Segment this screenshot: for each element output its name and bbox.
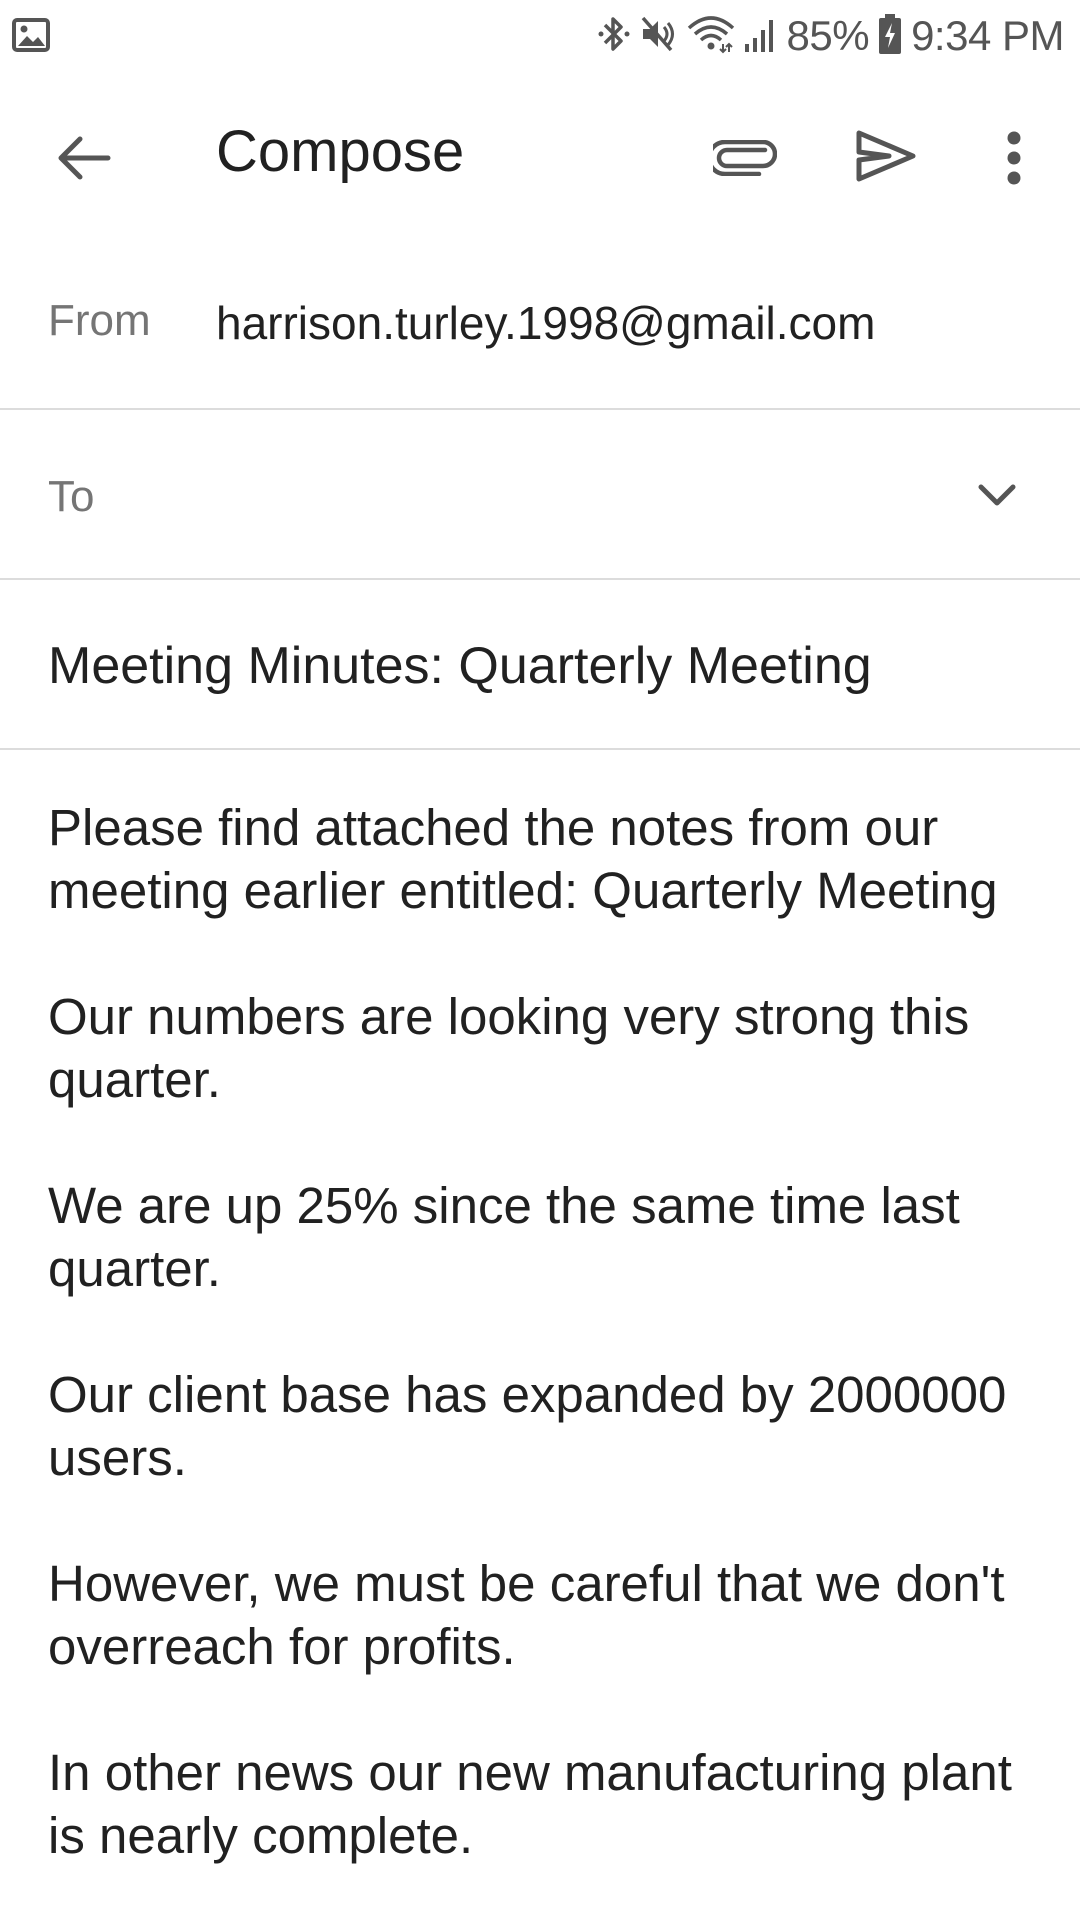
body-paragraph: We are up 25% since the same time last q… (48, 1177, 960, 1297)
body-paragraph: Our numbers are looking very strong this… (48, 988, 970, 1108)
to-input[interactable] (130, 450, 930, 540)
wifi-icon (687, 14, 735, 59)
status-bar: 85% 9:34 PM (0, 0, 1080, 72)
subject-field[interactable]: Meeting Minutes: Quarterly Meeting (0, 580, 1080, 750)
image-notification-icon (12, 18, 50, 57)
to-label: To (48, 472, 95, 521)
message-body[interactable]: Please find attached the notes from our … (48, 796, 1048, 1920)
send-icon (856, 130, 916, 182)
from-address[interactable]: harrison.turley.1998@gmail.com (216, 296, 875, 350)
expand-recipients-button[interactable] (964, 462, 1030, 528)
subject-text[interactable]: Meeting Minutes: Quarterly Meeting (48, 636, 1048, 696)
paperclip-icon (713, 140, 777, 176)
bluetooth-icon (597, 14, 631, 59)
more-options-button[interactable] (984, 116, 1044, 200)
send-button[interactable] (846, 116, 926, 196)
body-paragraph: Our client base has expanded by 2000000 … (48, 1366, 1007, 1486)
from-field[interactable]: From harrison.turley.1998@gmail.com (0, 240, 1080, 410)
body-paragraph: In other news our new manufacturing plan… (48, 1744, 1012, 1864)
clock: 9:34 PM (911, 12, 1064, 59)
back-arrow-icon (58, 136, 111, 180)
page-title: Compose (216, 119, 465, 184)
battery-icon (877, 13, 903, 60)
chevron-down-icon (978, 484, 1016, 506)
to-field: To (0, 410, 1080, 580)
app-bar: Compose (0, 80, 1080, 230)
attach-button[interactable] (700, 120, 790, 196)
signal-icon (743, 14, 779, 59)
from-label: From (48, 296, 151, 345)
battery-percent: 85% (786, 12, 870, 59)
body-paragraph: Please find attached the notes from our … (48, 799, 998, 919)
body-paragraph: However, we must be careful that we don'… (48, 1555, 1005, 1675)
more-vert-icon (1007, 131, 1021, 185)
back-button[interactable] (48, 122, 120, 194)
mute-icon (639, 14, 679, 59)
